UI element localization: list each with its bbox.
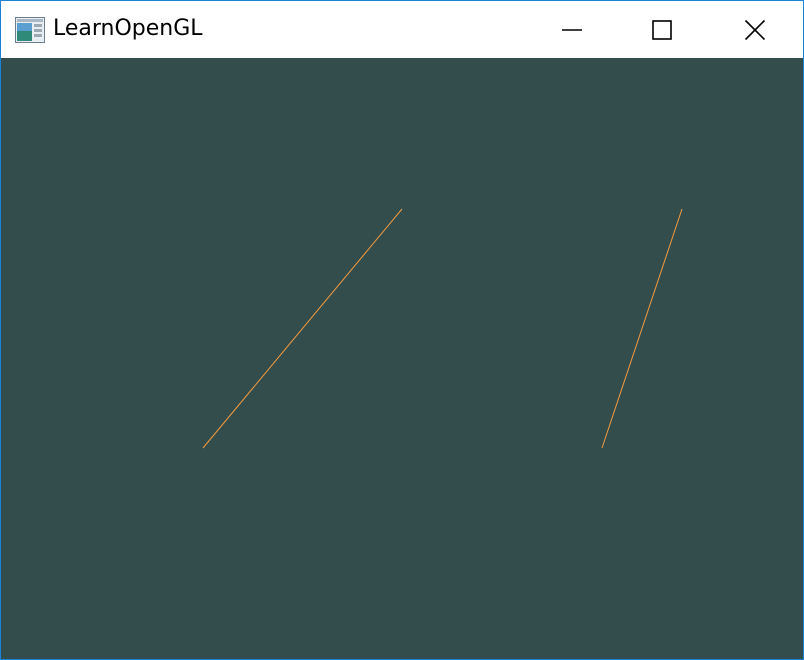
opengl-viewport[interactable] bbox=[1, 58, 803, 659]
minimize-button[interactable] bbox=[526, 1, 618, 58]
title-bar[interactable]: LearnOpenGL bbox=[1, 1, 803, 58]
close-icon bbox=[744, 19, 766, 41]
render-canvas bbox=[202, 208, 683, 449]
app-icon bbox=[15, 17, 45, 43]
rendered-line-left bbox=[202, 208, 403, 449]
app-window: LearnOpenGL bbox=[0, 0, 804, 660]
maximize-icon bbox=[651, 19, 673, 41]
minimize-icon bbox=[561, 19, 583, 41]
window-title: LearnOpenGL bbox=[53, 16, 203, 41]
close-button[interactable] bbox=[709, 1, 801, 58]
rendered-line-right bbox=[601, 208, 683, 449]
maximize-button[interactable] bbox=[616, 1, 708, 58]
